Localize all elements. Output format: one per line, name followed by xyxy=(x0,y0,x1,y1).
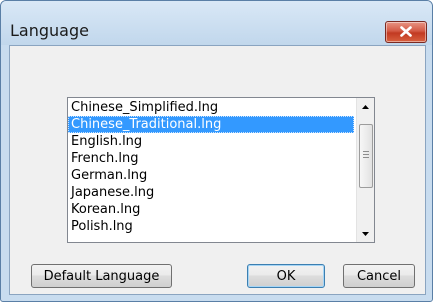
scroll-down-button[interactable] xyxy=(357,225,374,242)
list-item-polish[interactable]: Polish.lng xyxy=(68,218,354,235)
list-item-french[interactable]: French.lng xyxy=(68,150,354,167)
grip-line xyxy=(363,151,369,152)
list-item-english[interactable]: English.lng xyxy=(68,133,354,150)
title-bar[interactable]: Language xyxy=(1,1,432,45)
close-button[interactable] xyxy=(385,21,427,43)
list-item-chinese-traditional[interactable]: Chinese_Traditional.lng xyxy=(68,116,354,133)
arrow-up-icon xyxy=(362,104,369,109)
grip-line xyxy=(363,157,369,158)
cancel-button[interactable]: Cancel xyxy=(343,264,415,288)
scrollbar-thumb[interactable] xyxy=(359,124,373,188)
default-language-button[interactable]: Default Language xyxy=(31,264,172,288)
dialog-body: Chinese_Simplified.lng Chinese_Tradition… xyxy=(9,45,426,295)
list-item-german[interactable]: German.lng xyxy=(68,167,354,184)
list-item-chinese-simplified[interactable]: Chinese_Simplified.lng xyxy=(68,99,354,116)
ok-button[interactable]: OK xyxy=(247,264,325,288)
close-icon xyxy=(400,26,412,37)
list-item-korean[interactable]: Korean.lng xyxy=(68,201,354,218)
scroll-up-button[interactable] xyxy=(357,98,374,115)
dialog-title: Language xyxy=(10,21,89,40)
language-listbox[interactable]: Chinese_Simplified.lng Chinese_Tradition… xyxy=(67,97,375,243)
language-dialog: Language Chinese_Simplified.lng Chinese_… xyxy=(0,0,433,302)
grip-line xyxy=(363,154,369,155)
vertical-scrollbar[interactable] xyxy=(356,98,374,242)
language-list: Chinese_Simplified.lng Chinese_Tradition… xyxy=(68,99,354,235)
list-item-japanese[interactable]: Japanese.lng xyxy=(68,184,354,201)
arrow-down-icon xyxy=(362,231,369,236)
